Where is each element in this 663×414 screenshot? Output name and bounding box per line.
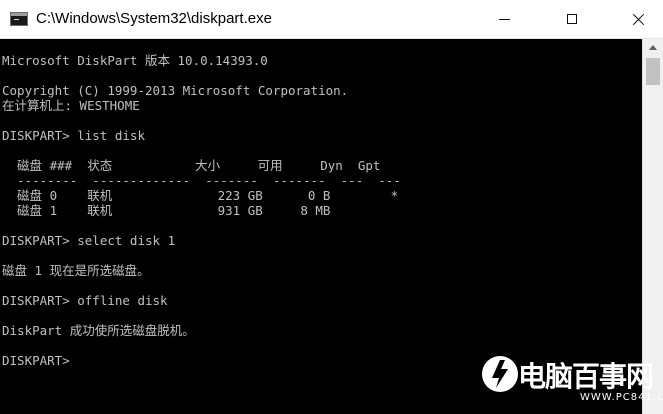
minimize-icon [498,18,510,20]
console-line: 在计算机上: WESTHOME [2,98,140,113]
close-icon [632,13,645,26]
window-title: C:\Windows\System32\diskpart.exe [36,10,272,27]
console-window-icon[interactable] [10,12,28,26]
console-line: Microsoft DiskPart 版本 10.0.14393.0 [2,53,268,68]
console-line: DISKPART> offline disk [2,293,168,308]
console-line: DISKPART> list disk [2,128,145,143]
console-prompt: DISKPART> [2,353,78,368]
console-line: Copyright (C) 1999-2013 Microsoft Corpor… [2,83,349,98]
title-bar[interactable]: C:\Windows\System32\diskpart.exe [0,0,663,39]
scroll-up-arrow-icon[interactable] [643,39,663,56]
console-line: 磁盘 ### 状态 大小 可用 Dyn Gpt [2,158,381,173]
console-line: 磁盘 0 联机 223 GB 0 B * [2,188,399,203]
maximize-button[interactable] [549,0,595,38]
console-line: DISKPART> select disk 1 [2,233,176,248]
close-button[interactable] [615,0,661,38]
console-window: C:\Windows\System32\diskpart.exe Microso… [0,0,663,414]
console-line: DiskPart 成功使所选磁盘脱机。 [2,323,195,338]
maximize-icon [567,14,577,24]
watermark-brand: 电脑百事网 [518,360,654,393]
watermark-url: WWW.PC841.COM [580,392,663,403]
watermark-logo-icon [482,356,518,392]
scrollbar-thumb[interactable] [646,58,660,85]
minimize-button[interactable] [481,0,527,38]
console-line: 磁盘 1 现在是所选磁盘。 [2,263,150,278]
console-line: -------- ------------- ------- ------- -… [2,173,401,188]
watermark: 电脑百事网 WWW.PC841.COM [480,352,663,410]
console-line: 磁盘 1 联机 931 GB 8 MB [2,203,331,218]
